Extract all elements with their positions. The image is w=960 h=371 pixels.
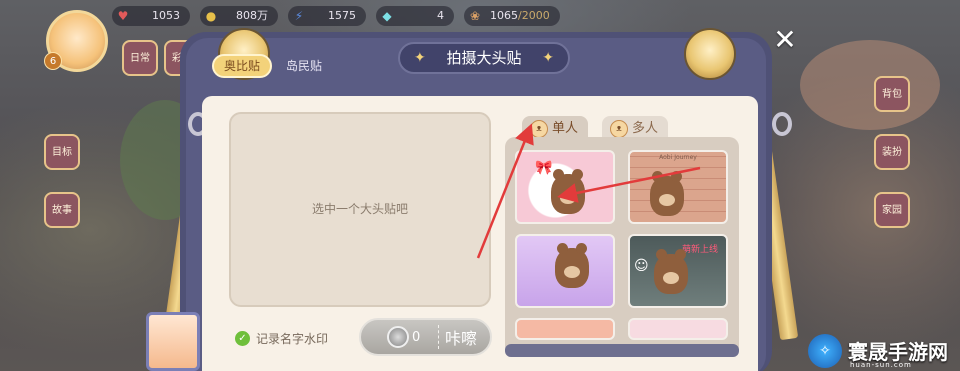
logo-mark-icon: ✧ — [808, 333, 842, 368]
photo-preview: 选中一个大头贴吧 — [229, 112, 491, 307]
purple-cloud-sticker[interactable] — [515, 234, 615, 308]
shoot-label: 咔嚓 — [445, 329, 478, 348]
side-button-daily[interactable]: 日常 — [122, 40, 158, 76]
side-button-target[interactable]: 目标 — [44, 134, 80, 170]
hamster-icon: ᴥ — [610, 120, 628, 138]
dialog-title: 拍摄大头贴 — [446, 49, 522, 67]
photo-placeholder-text: 选中一个大头贴吧 — [311, 202, 408, 216]
coin-icon: ● — [205, 9, 217, 23]
dialog-title-bar: ✦ 拍摄大头贴 ✦ — [398, 42, 570, 74]
side-button-label: 目标 — [52, 147, 72, 158]
tab-islander-sticker[interactable]: 岛民贴 — [276, 54, 332, 78]
shoot-divider — [438, 325, 439, 349]
dialog-clip-right — [684, 28, 736, 80]
bear-character — [654, 249, 688, 294]
brick-wall-sticker[interactable]: Aobi Journey — [628, 150, 728, 224]
comic-sticker[interactable] — [628, 318, 728, 340]
sticker-category-tabs: 奥比贴 岛民贴 — [212, 54, 332, 80]
silver-coin-icon — [387, 326, 409, 348]
tab-aobi-sticker[interactable]: 奥比贴 — [212, 54, 273, 78]
resource-gems: ◆ 4 — [376, 6, 454, 26]
name-watermark-toggle[interactable]: ✓ 记录名字水印 — [235, 328, 328, 348]
logo-subtitle: huan-sun.com — [850, 361, 912, 369]
side-button-home[interactable]: 家园 — [874, 192, 910, 228]
peach-sticker[interactable] — [515, 318, 615, 340]
star-icon: ✦ — [542, 50, 554, 66]
side-button-label: 故事 — [52, 205, 72, 216]
sticker-caption: 萌新上线 — [681, 245, 718, 255]
bear-character — [555, 243, 589, 288]
resource-value: 1575 — [328, 9, 356, 22]
site-logo: ✧ 寰晟手游网 huan-sun.com — [808, 330, 960, 371]
resource-cap: /2000 — [518, 9, 550, 22]
dialog-ring-right — [772, 112, 792, 136]
resource-value: 808万 — [236, 9, 268, 22]
bear-face — [663, 272, 679, 284]
resource-value: 1065 — [490, 9, 518, 22]
side-button-backpack[interactable]: 背包 — [874, 76, 910, 112]
side-button-label: 装扮 — [882, 147, 902, 158]
hamster-icon: ᴥ — [530, 120, 548, 138]
sticker-caption: Aobi Journey — [659, 154, 697, 161]
side-button-outfit[interactable]: 装扮 — [874, 134, 910, 170]
energy-icon: ⚡ — [294, 9, 304, 23]
gem-icon: ◆ — [382, 9, 392, 23]
bear-character — [650, 171, 684, 216]
side-button-story[interactable]: 故事 — [44, 192, 80, 228]
resource-coins: ● 808万 — [200, 6, 278, 26]
side-button-label: 家园 — [882, 205, 902, 216]
resource-energy: ⚡ 1575 — [288, 6, 366, 26]
bear-face — [659, 194, 675, 206]
sticker-list-scrollbar[interactable] — [505, 344, 739, 357]
ghost-icon: ☺ — [634, 258, 649, 274]
bear-face — [560, 192, 576, 204]
resource-value: 4 — [437, 9, 444, 22]
shoot-button[interactable]: 0 咔嚓 — [359, 318, 492, 356]
resource-hearts: ♥ 1053 — [112, 6, 190, 26]
heart-icon: ♥ — [117, 9, 129, 23]
bear-face — [564, 266, 580, 278]
side-button-label: 背包 — [882, 89, 902, 100]
bow-icon: 🎀 — [535, 160, 553, 176]
bear-character — [551, 169, 585, 214]
tab-label: 多人 — [632, 121, 659, 136]
close-button[interactable]: ✕ — [770, 26, 800, 56]
hamster-icon: ❀ — [469, 9, 481, 23]
character-card[interactable] — [146, 312, 200, 371]
resource-value: 1053 — [152, 9, 180, 22]
side-button-label: 日常 — [130, 53, 150, 64]
resource-hamster: ❀ 1065/2000 — [464, 6, 560, 26]
tab-label: 单人 — [552, 121, 579, 136]
resource-bar: ♥ 1053 ● 808万 ⚡ 1575 ◆ 4 ❀ 1065/2000 — [112, 6, 570, 28]
check-icon: ✓ — [235, 330, 250, 346]
star-icon: ✦ — [414, 50, 426, 66]
background-stall — [800, 40, 940, 130]
pink-bow-sticker[interactable]: 🎀 — [515, 150, 615, 224]
shoot-cost: 0 — [412, 329, 421, 345]
player-level-badge: 6 — [44, 52, 62, 70]
watermark-label: 记录名字水印 — [256, 331, 329, 346]
spooky-night-sticker[interactable]: 萌新上线 ☺ — [628, 234, 728, 308]
